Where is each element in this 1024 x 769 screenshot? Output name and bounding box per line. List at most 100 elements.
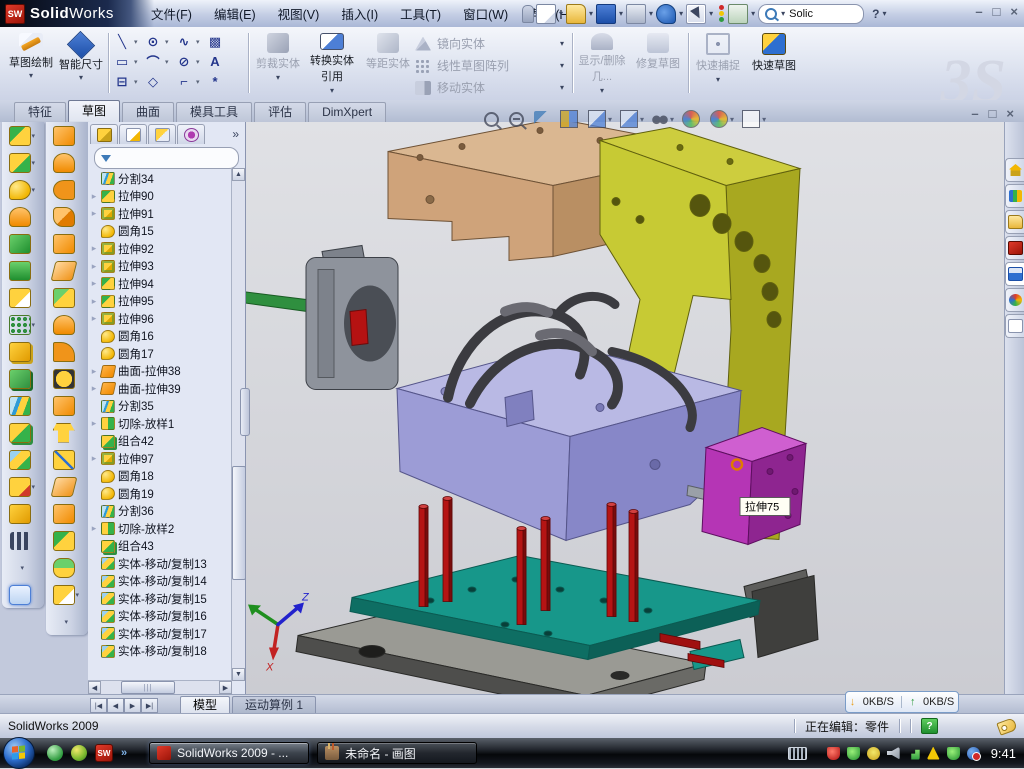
doc-restore-button[interactable]: □ [989, 106, 997, 121]
badge-tray-icon[interactable] [867, 747, 880, 760]
surface-tool-button[interactable] [46, 284, 88, 311]
view-palette-tab[interactable] [1005, 262, 1024, 286]
feature-tool-button[interactable] [2, 365, 44, 392]
surface-tool-button[interactable] [46, 446, 88, 473]
feature-tree-item[interactable]: ▸ 拉伸93 [90, 258, 231, 276]
search-box[interactable]: ▾ Solic [758, 4, 864, 24]
configuration-manager-tab[interactable] [148, 124, 176, 144]
first-tab-button[interactable]: |◀ [90, 698, 107, 713]
solidworks-launcher-icon[interactable]: SW [95, 744, 113, 762]
feature-tree-item[interactable]: 实体-移动/复制17 [90, 625, 231, 643]
input-method-icon[interactable] [788, 747, 807, 760]
feature-tree-item[interactable]: ▸ 切除-放样1 [90, 415, 231, 433]
expand-arrow[interactable]: ▸ [90, 296, 98, 307]
menu-item[interactable]: 文件(F) [140, 4, 203, 23]
expand-arrow[interactable]: ▸ [90, 383, 98, 394]
solidworks-content-tab[interactable] [1005, 236, 1024, 260]
surface-tool-button[interactable] [46, 149, 88, 176]
tree-horizontal-scrollbar[interactable]: ◀ ||| ▶ [88, 680, 232, 694]
tree-filter-box[interactable] [94, 147, 239, 169]
injector-assembly[interactable] [246, 246, 398, 390]
sketch-entity-button[interactable]: * [205, 73, 225, 90]
green-ball-icon[interactable] [71, 745, 87, 761]
start-button[interactable] [3, 737, 35, 769]
feature-tree-item[interactable]: ▸ 拉伸94 [90, 275, 231, 293]
pattern-stack-button[interactable]: 镜向实体 ▾ [415, 35, 565, 52]
feature-tree-item[interactable]: ▸ 拉伸97 [90, 450, 231, 468]
expand-arrow[interactable]: ▸ [90, 313, 98, 324]
surface-tool-button[interactable] [46, 500, 88, 527]
magenta-block[interactable] [702, 428, 806, 545]
feature-tool-button[interactable]: ▾ [2, 473, 44, 500]
sketch-entity-button[interactable]: ▩ [205, 33, 225, 50]
pattern-stack-button[interactable]: 线性草图阵列 ▾ [415, 57, 565, 74]
feature-tool-button[interactable] [2, 338, 44, 365]
feature-tool-button[interactable] [2, 446, 44, 473]
surface-tool-button[interactable] [46, 527, 88, 554]
feature-tree-item[interactable]: 实体-移动/复制18 [90, 643, 231, 661]
ribbon-tab[interactable]: 模具工具 [176, 102, 252, 122]
messenger-icon[interactable] [47, 745, 63, 761]
hud-button[interactable]: ▾ [652, 111, 675, 127]
taskbar-window-button[interactable]: SolidWorks 2009 - ... [149, 742, 309, 764]
doc-close-button[interactable]: × [1006, 106, 1014, 121]
surface-tool-button[interactable] [46, 122, 88, 149]
doc-minimize-button[interactable]: – [971, 106, 978, 121]
feature-tree-item[interactable]: 圆角16 [90, 328, 231, 346]
feature-tree-item[interactable]: 分割34 [90, 170, 231, 188]
custom-properties-tab[interactable] [1005, 314, 1024, 338]
feature-tree-item[interactable]: ▸ 拉伸96 [90, 310, 231, 328]
feature-tree-item[interactable]: 分割35 [90, 398, 231, 416]
rebuild-icon[interactable] [716, 5, 726, 23]
pin-icon[interactable] [522, 5, 534, 23]
feature-tree-item[interactable]: ▸ 拉伸91 [90, 205, 231, 223]
taskbar-window-button[interactable]: 未命名 - 画图 [317, 742, 477, 764]
feature-tool-button[interactable]: ▾ [2, 176, 44, 203]
antivirus-tray-icon[interactable] [827, 747, 840, 760]
prev-tab-button[interactable]: ◀ [107, 698, 124, 713]
hud-button[interactable] [534, 111, 553, 127]
expand-arrow[interactable]: ▸ [90, 418, 98, 429]
model-tab[interactable]: 模型 [180, 696, 230, 713]
dimxpert-manager-tab[interactable] [177, 124, 205, 144]
scroll-thumb[interactable] [232, 466, 246, 581]
smart-dimension-button[interactable]: 智能尺寸 ▾ [56, 31, 106, 95]
feature-tree-item[interactable]: 圆角15 [90, 223, 231, 241]
feature-tool-button[interactable] [2, 419, 44, 446]
new-document-button[interactable] [536, 4, 556, 24]
feature-tool-button[interactable]: ▾ [2, 554, 44, 581]
hud-button[interactable] [509, 112, 527, 127]
model-tab[interactable]: 运动算例 1 [232, 696, 316, 713]
sketch-entity-button[interactable]: ◇ [143, 73, 163, 90]
appearances-tab[interactable] [1005, 288, 1024, 312]
minimize-button[interactable]: – [975, 4, 982, 19]
sketch-entity-button[interactable]: ▭ [112, 53, 132, 70]
expand-arrow[interactable]: ▸ [90, 278, 98, 289]
expand-arrow[interactable]: ▸ [90, 191, 98, 202]
surface-tool-button[interactable] [46, 392, 88, 419]
volume-tray-icon[interactable] [887, 747, 900, 760]
sketch-entity-button[interactable]: ⊘ [174, 53, 194, 70]
surface-tool-button[interactable] [46, 365, 88, 392]
scroll-left-button[interactable]: ◀ [88, 681, 101, 694]
scroll-up-button[interactable]: ▲ [232, 168, 245, 181]
surface-tool-button[interactable] [46, 311, 88, 338]
scroll-down-button[interactable]: ▼ [232, 668, 245, 681]
help-button[interactable]: ? [866, 7, 879, 21]
expand-arrow[interactable]: ▸ [90, 366, 98, 377]
select-tool-button[interactable] [686, 4, 706, 24]
hud-button[interactable]: ▾ [620, 110, 645, 128]
taskbar-clock[interactable]: 9:41 [987, 746, 1016, 761]
file-explorer-tab[interactable] [1005, 210, 1024, 234]
feature-tree-item[interactable]: ▸ 拉伸92 [90, 240, 231, 258]
feature-tool-button[interactable] [2, 284, 44, 311]
surface-tool-button[interactable]: ▾ [46, 608, 88, 635]
expand-arrow[interactable]: ▸ [90, 453, 98, 464]
menu-item[interactable]: 窗口(W) [452, 4, 519, 23]
next-tab-button[interactable]: ▶ [124, 698, 141, 713]
trim-entities-button[interactable]: 剪裁实体 ▾ [252, 31, 304, 95]
feature-tool-button[interactable]: ▾ [2, 311, 44, 338]
expand-arrow[interactable]: ▸ [90, 243, 98, 254]
feature-tree-item[interactable]: ▸ 拉伸95 [90, 293, 231, 311]
panel-splitter-handle[interactable] [240, 388, 250, 436]
